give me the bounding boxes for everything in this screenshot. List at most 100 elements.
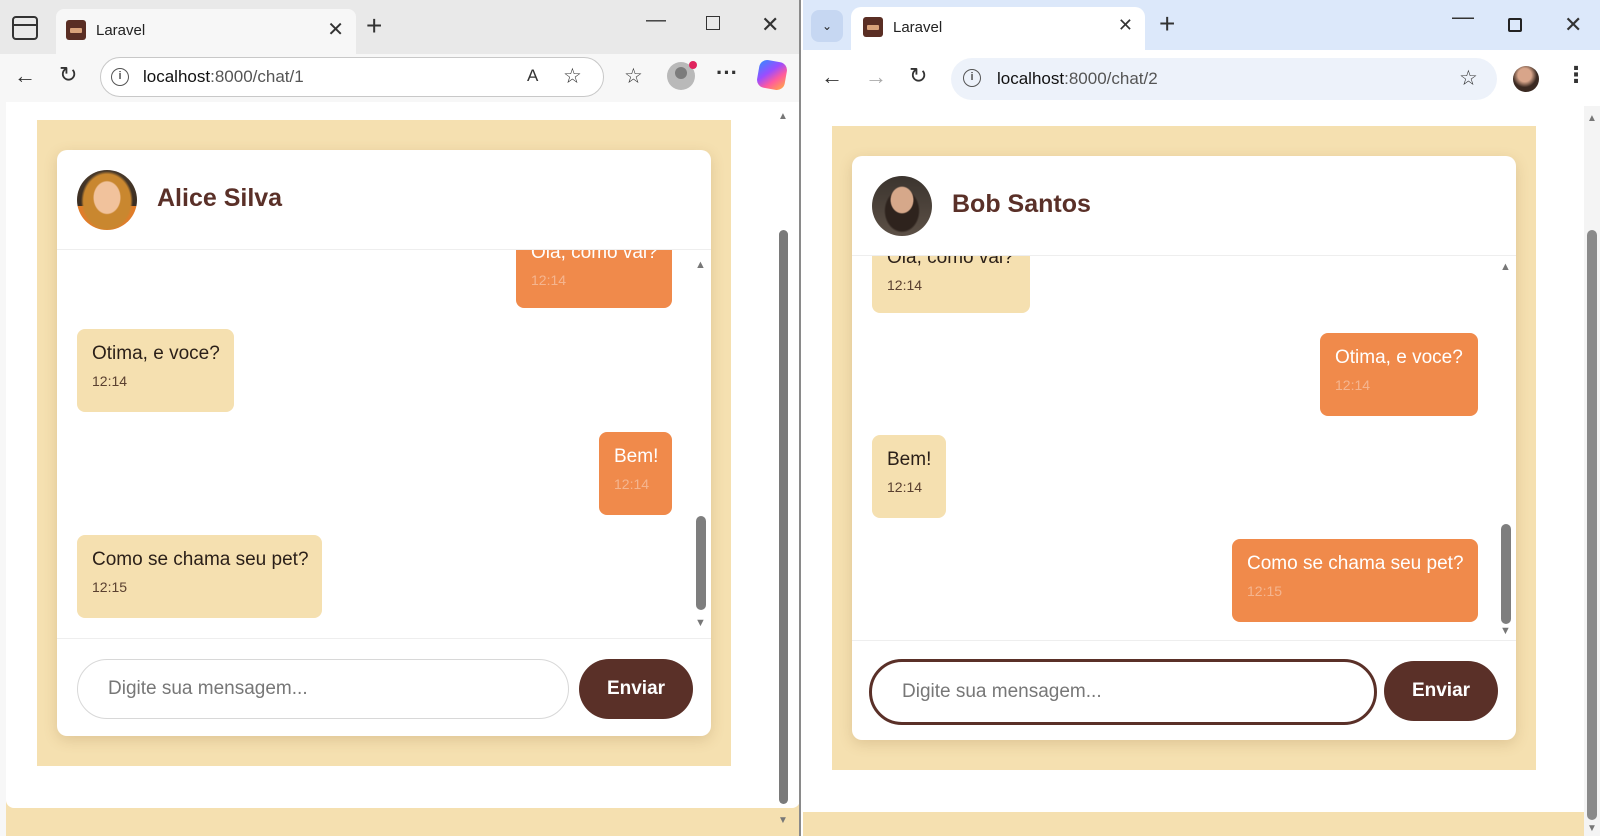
scrollbar-thumb[interactable] — [1501, 524, 1511, 624]
message-time: 12:14 — [92, 373, 128, 389]
tab-search-button[interactable]: ⌄ — [811, 10, 843, 42]
new-tab-button[interactable]: + — [1159, 10, 1175, 38]
message-composer: Enviar — [852, 640, 1516, 740]
scrollbar-thumb[interactable] — [696, 516, 706, 610]
message-bubble-received: Otima, e voce? 12:14 — [77, 329, 234, 412]
url-host: localhost — [143, 67, 211, 86]
more-options-icon[interactable]: ··· — [716, 60, 738, 86]
url-host: localhost — [997, 69, 1065, 88]
address-bar[interactable]: i localhost:8000/chat/1 A ☆ — [100, 57, 604, 97]
page-scrollbar[interactable]: ▲ ▼ — [776, 104, 792, 834]
url-path: :8000/chat/2 — [1064, 69, 1158, 88]
close-window-button[interactable]: ✕ — [1564, 14, 1582, 36]
add-favorite-icon[interactable]: ☆ — [563, 64, 582, 89]
browser-tab[interactable]: Laravel ✕ — [851, 7, 1145, 50]
scroll-up-arrow-icon[interactable]: ▲ — [1500, 262, 1511, 273]
message-list[interactable]: Olá, como vai? 12:14 Otima, e voce? 12:1… — [852, 256, 1516, 640]
message-time: 12:14 — [887, 479, 923, 495]
new-tab-button[interactable]: + — [366, 12, 382, 40]
contact-name: Alice Silva — [157, 184, 283, 212]
send-button[interactable]: Enviar — [1384, 661, 1498, 721]
close-tab-icon[interactable]: ✕ — [1118, 16, 1133, 34]
favorites-icon[interactable]: ☆ — [624, 64, 643, 89]
chat-app-background: Alice Silva Olá, como vai? 12:14 Otima, … — [37, 120, 731, 766]
back-button[interactable]: ← — [14, 65, 36, 87]
profile-avatar-icon[interactable] — [1513, 66, 1539, 92]
message-text: Otima, e voce? — [92, 343, 220, 364]
message-bubble-received: Bem! 12:14 — [872, 435, 946, 518]
copilot-icon[interactable] — [755, 58, 789, 92]
message-time: 12:14 — [1335, 377, 1371, 393]
site-info-icon[interactable]: i — [111, 68, 129, 86]
chat-card: Bob Santos Olá, como vai? 12:14 Otima, e… — [852, 156, 1516, 740]
chrome-browser-window: ⌄ Laravel ✕ + — ✕ ← → ↻ i localhost:8000… — [803, 0, 1600, 836]
tab-bar: Laravel ✕ + — ✕ — [0, 0, 799, 54]
forward-button[interactable]: → — [865, 66, 887, 88]
alice-avatar — [77, 170, 137, 230]
chat-header: Bob Santos — [852, 156, 1516, 256]
page-viewport: Bob Santos Olá, como vai? 12:14 Otima, e… — [803, 106, 1584, 836]
message-text: Bem! — [887, 449, 932, 470]
message-list[interactable]: Olá, como vai? 12:14 Otima, e voce? 12:1… — [57, 250, 711, 638]
message-time: 12:14 — [887, 277, 923, 293]
reload-button[interactable]: ↻ — [59, 64, 77, 86]
scroll-down-arrow-icon[interactable]: ▼ — [695, 618, 706, 629]
message-text: Bem! — [614, 446, 659, 467]
page-body: Bob Santos Olá, como vai? 12:14 Otima, e… — [803, 106, 1584, 812]
scroll-down-arrow-icon[interactable]: ▼ — [1587, 824, 1597, 834]
browser-tab[interactable]: Laravel ✕ — [56, 9, 356, 54]
tab-actions-icon[interactable] — [12, 16, 38, 40]
message-time: 12:15 — [92, 579, 128, 595]
chat-card: Alice Silva Olá, como vai? 12:14 Otima, … — [57, 150, 711, 736]
chat-header: Alice Silva — [57, 150, 711, 250]
message-text: Como se chama seu pet? — [92, 549, 309, 570]
scrollbar-thumb[interactable] — [779, 230, 788, 804]
minimize-button[interactable]: — — [646, 10, 666, 30]
tab-title: Laravel — [96, 22, 146, 39]
maximize-button[interactable] — [706, 16, 720, 30]
reload-button[interactable]: ↻ — [909, 65, 927, 87]
bookmark-star-icon[interactable]: ☆ — [1459, 66, 1478, 91]
message-time: 12:14 — [531, 272, 567, 288]
scroll-down-arrow-icon[interactable]: ▼ — [1500, 626, 1511, 637]
message-input[interactable] — [77, 659, 569, 719]
message-list-scrollbar[interactable]: ▲ ▼ — [1499, 260, 1513, 638]
message-text: Otima, e voce? — [1335, 347, 1463, 368]
minimize-button[interactable]: — — [1452, 6, 1474, 28]
message-bubble-sent: Bem! 12:14 — [599, 432, 672, 515]
scroll-up-arrow-icon[interactable]: ▲ — [778, 112, 788, 122]
tab-bar: ⌄ Laravel ✕ + — ✕ — [803, 0, 1600, 50]
message-text: Como se chama seu pet? — [1247, 553, 1464, 574]
scroll-up-arrow-icon[interactable]: ▲ — [695, 260, 706, 271]
back-button[interactable]: ← — [821, 66, 843, 88]
read-aloud-icon[interactable]: A — [527, 66, 538, 86]
message-text: Olá, como vai? — [531, 250, 658, 263]
message-bubble-sent: Como se chama seu pet? 12:15 — [1232, 539, 1478, 622]
scroll-up-arrow-icon[interactable]: ▲ — [1587, 114, 1597, 124]
message-time: 12:15 — [1247, 583, 1283, 599]
browser-toolbar: ← → ↻ i localhost:8000/chat/2 ☆ ⋮ — [803, 50, 1600, 106]
page-body: Alice Silva Olá, como vai? 12:14 Otima, … — [6, 102, 799, 808]
more-options-icon[interactable]: ⋮ — [1565, 62, 1587, 88]
site-info-icon[interactable]: i — [963, 69, 981, 87]
edge-browser-window: Laravel ✕ + — ✕ ← ↻ i localhost:8000/cha… — [0, 0, 801, 836]
page-scrollbar[interactable]: ▲ ▼ — [1584, 106, 1600, 836]
page-viewport: Alice Silva Olá, como vai? 12:14 Otima, … — [6, 102, 799, 836]
message-list-scrollbar[interactable]: ▲ ▼ — [694, 256, 708, 632]
send-button[interactable]: Enviar — [579, 659, 693, 719]
close-tab-icon[interactable]: ✕ — [327, 20, 344, 40]
close-window-button[interactable]: ✕ — [761, 14, 779, 36]
address-url[interactable]: localhost:8000/chat/1 — [143, 67, 304, 87]
message-input[interactable] — [869, 659, 1377, 725]
message-bubble-received: Olá, como vai? 12:14 — [872, 256, 1030, 313]
browser-toolbar: ← ↻ i localhost:8000/chat/1 A ☆ ☆ ··· — [0, 54, 799, 102]
address-bar[interactable]: i localhost:8000/chat/2 ☆ — [951, 58, 1497, 100]
url-path: :8000/chat/1 — [210, 67, 304, 86]
scrollbar-thumb[interactable] — [1587, 230, 1597, 820]
address-url[interactable]: localhost:8000/chat/2 — [997, 69, 1158, 89]
maximize-button[interactable] — [1508, 18, 1522, 32]
message-time: 12:14 — [614, 476, 650, 492]
message-bubble-sent: Otima, e voce? 12:14 — [1320, 333, 1478, 416]
profile-icon[interactable] — [667, 61, 697, 90]
scroll-down-arrow-icon[interactable]: ▼ — [778, 816, 788, 826]
